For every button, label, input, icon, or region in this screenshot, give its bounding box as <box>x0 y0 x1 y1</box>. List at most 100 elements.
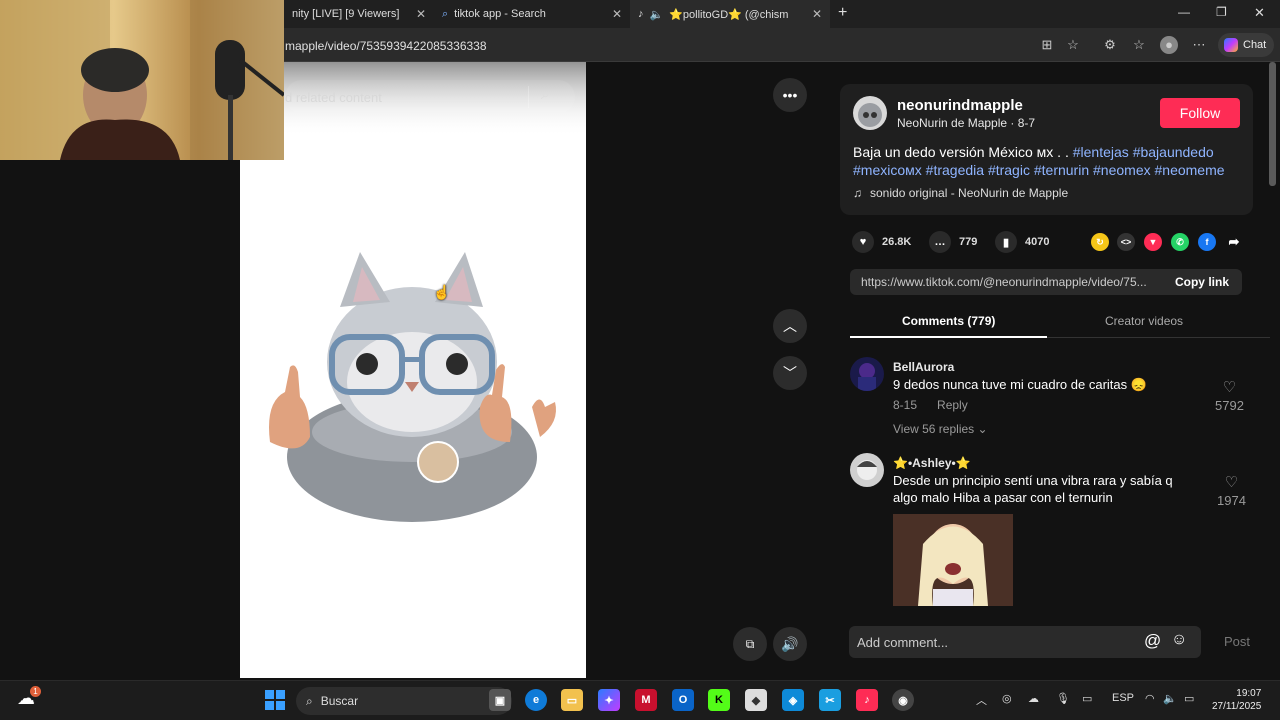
heart-outline-icon[interactable]: ♡ <box>1223 378 1236 396</box>
close-icon[interactable]: ✕ <box>612 7 622 21</box>
creator-avatar[interactable] <box>853 96 887 130</box>
comment-image[interactable] <box>893 514 1013 606</box>
creator-username[interactable]: neonurindmapple <box>897 97 1023 114</box>
hashtag[interactable]: #mexicoᴍx <box>853 162 922 178</box>
sound-link[interactable]: ♫ sonido original - NeoNurin de Mapple <box>853 186 1068 200</box>
favorite-star-icon[interactable]: ☆ <box>1064 36 1082 54</box>
close-window-icon[interactable]: ✕ <box>1254 5 1265 21</box>
next-video-button[interactable]: ﹀ <box>773 356 807 390</box>
display-icon[interactable]: ▭ <box>1082 692 1092 705</box>
clock[interactable]: 19:07 27/11/2025 <box>1212 687 1261 713</box>
video-player[interactable] <box>240 62 586 678</box>
music-note-icon: ♫ <box>853 186 862 200</box>
save-count: 4070 <box>1025 236 1050 248</box>
split-screen-icon[interactable]: ⊞ <box>1038 36 1056 54</box>
outlook-icon[interactable]: O <box>672 689 694 711</box>
close-icon[interactable]: ✕ <box>812 7 822 21</box>
related-search-input[interactable]: d related content ⌕ <box>285 80 575 114</box>
copilot-chat-button[interactable]: Chat <box>1218 33 1274 57</box>
task-view-icon[interactable]: ▣ <box>489 689 511 711</box>
tab-tiktok-search[interactable]: ⌕ tiktok app - Search ✕ <box>434 0 630 28</box>
commenter-name[interactable]: ⭐•Ashley•⭐ <box>893 456 971 470</box>
tab-pollito[interactable]: ♪ 🔈 ⭐pollitoGD⭐ (@chismoso ✕ <box>630 0 830 28</box>
new-tab-icon[interactable]: + <box>838 4 847 22</box>
kick-icon[interactable]: K <box>708 689 730 711</box>
more-options-button[interactable]: ••• <box>773 78 807 112</box>
like-stat[interactable]: ♥ 26.8K <box>852 231 911 253</box>
previous-video-button[interactable]: ︿ <box>773 309 807 343</box>
share-arrow-icon[interactable]: ➦ <box>1225 233 1243 251</box>
language-indicator[interactable]: ESP <box>1112 692 1134 704</box>
obs-icon[interactable]: ◉ <box>892 689 914 711</box>
microphone-icon[interactable]: 🎙 <box>1056 692 1070 705</box>
comment-stat[interactable]: … 779 <box>929 231 977 253</box>
chevron-up-icon[interactable]: ︿ <box>976 692 987 708</box>
creator-display-name: NeoNurin de Mapple <box>897 116 1008 130</box>
tiktok-app-icon[interactable]: ♪ <box>856 689 878 711</box>
tab-live-stream[interactable]: nity [LIVE] [9 Viewers] ✕ <box>284 0 434 28</box>
mcafee-icon[interactable]: M <box>635 689 657 711</box>
send-icon[interactable]: ▼ <box>1144 233 1162 251</box>
hashtag[interactable]: #lentejas <box>1073 144 1129 160</box>
reply-button[interactable]: Reply <box>937 398 968 412</box>
comment-date: 8-15 <box>893 398 918 412</box>
tab-creator-videos[interactable]: Creator videos <box>1105 314 1183 328</box>
save-stat[interactable]: ▮ 4070 <box>995 231 1049 253</box>
hashtag[interactable]: #tragic <box>988 162 1030 178</box>
hashtag[interactable]: #neomex <box>1093 162 1151 178</box>
commenter-avatar[interactable] <box>850 453 884 487</box>
more-menu-icon[interactable]: ⋯ <box>1190 36 1208 54</box>
copilot-app-icon[interactable]: ✦ <box>598 689 620 711</box>
floating-player-button[interactable]: ⧉ <box>733 627 767 661</box>
start-button[interactable] <box>265 690 285 710</box>
post-comment-button[interactable]: Post <box>1224 634 1250 649</box>
commenter-name[interactable]: BellAurora <box>893 360 954 374</box>
file-explorer-icon[interactable]: ▭ <box>561 689 583 711</box>
snipping-tool-icon[interactable]: ✂ <box>819 689 841 711</box>
bookmark-icon[interactable]: ▮ <box>995 231 1017 253</box>
view-replies-button[interactable]: View 56 replies ⌄ <box>893 422 988 436</box>
hashtag[interactable]: #neomeme <box>1155 162 1225 178</box>
favorites-icon[interactable]: ☆ <box>1130 36 1148 54</box>
volume-icon[interactable]: 🔈 <box>1163 692 1177 705</box>
repost-icon[interactable]: ↻ <box>1091 233 1109 251</box>
comment-text-line2: algo malo Hiba a pasar con el ternurin <box>893 490 1113 505</box>
whatsapp-icon[interactable]: ✆ <box>1171 233 1189 251</box>
hashtag[interactable]: #tragedia <box>926 162 984 178</box>
hashtag[interactable]: #bajaundedo <box>1133 144 1214 160</box>
edge-icon[interactable]: e <box>525 689 547 711</box>
store-app-icon[interactable]: ◈ <box>782 689 804 711</box>
app-icon[interactable]: ◆ <box>745 689 767 711</box>
comment-like[interactable]: ♡ 1974 <box>1217 473 1246 508</box>
wifi-icon[interactable]: ◠ <box>1145 692 1155 705</box>
comment-icon[interactable]: … <box>929 231 951 253</box>
comment-like[interactable]: ♡ 5792 <box>1215 378 1244 413</box>
hashtag[interactable]: #ternurin <box>1034 162 1089 178</box>
heart-outline-icon[interactable]: ♡ <box>1225 473 1238 491</box>
heart-icon[interactable]: ♥ <box>852 231 874 253</box>
commenter-avatar[interactable] <box>850 357 884 391</box>
follow-button[interactable]: Follow <box>1160 98 1240 128</box>
extensions-icon[interactable]: ⚙ <box>1101 36 1119 54</box>
add-comment-input[interactable]: Add comment... @ ☺ <box>849 626 1201 658</box>
speaker-icon[interactable]: 🔈 <box>650 8 664 21</box>
post-description: Baja un dedo versión México ᴍx . . #lent… <box>853 143 1248 179</box>
volume-button[interactable]: 🔊 <box>773 627 807 661</box>
emoji-icon[interactable]: ☺ <box>1171 631 1187 649</box>
profile-avatar-icon[interactable]: ● <box>1160 36 1178 54</box>
tab-comments[interactable]: Comments (779) <box>902 314 995 328</box>
maximize-icon[interactable]: ❐ <box>1216 5 1227 19</box>
minimize-icon[interactable]: — <box>1178 5 1190 19</box>
tray-app-icon[interactable]: ◎ <box>1002 692 1012 705</box>
onedrive-icon[interactable]: ☁ <box>1028 692 1039 705</box>
mention-icon[interactable]: @ <box>1144 631 1161 651</box>
search-icon[interactable]: ⌕ <box>541 86 550 104</box>
embed-icon[interactable]: <> <box>1117 233 1135 251</box>
facebook-icon[interactable]: f <box>1198 233 1216 251</box>
scrollbar[interactable] <box>1269 62 1276 186</box>
battery-icon[interactable]: ▭ <box>1184 692 1194 705</box>
close-icon[interactable]: ✕ <box>416 7 426 21</box>
url-field[interactable]: mapple/video/7535939422085336338 <box>285 39 487 53</box>
copy-link-button[interactable]: Copy link <box>1162 269 1242 295</box>
taskbar-search[interactable]: ⌕ Buscar <box>296 687 512 715</box>
